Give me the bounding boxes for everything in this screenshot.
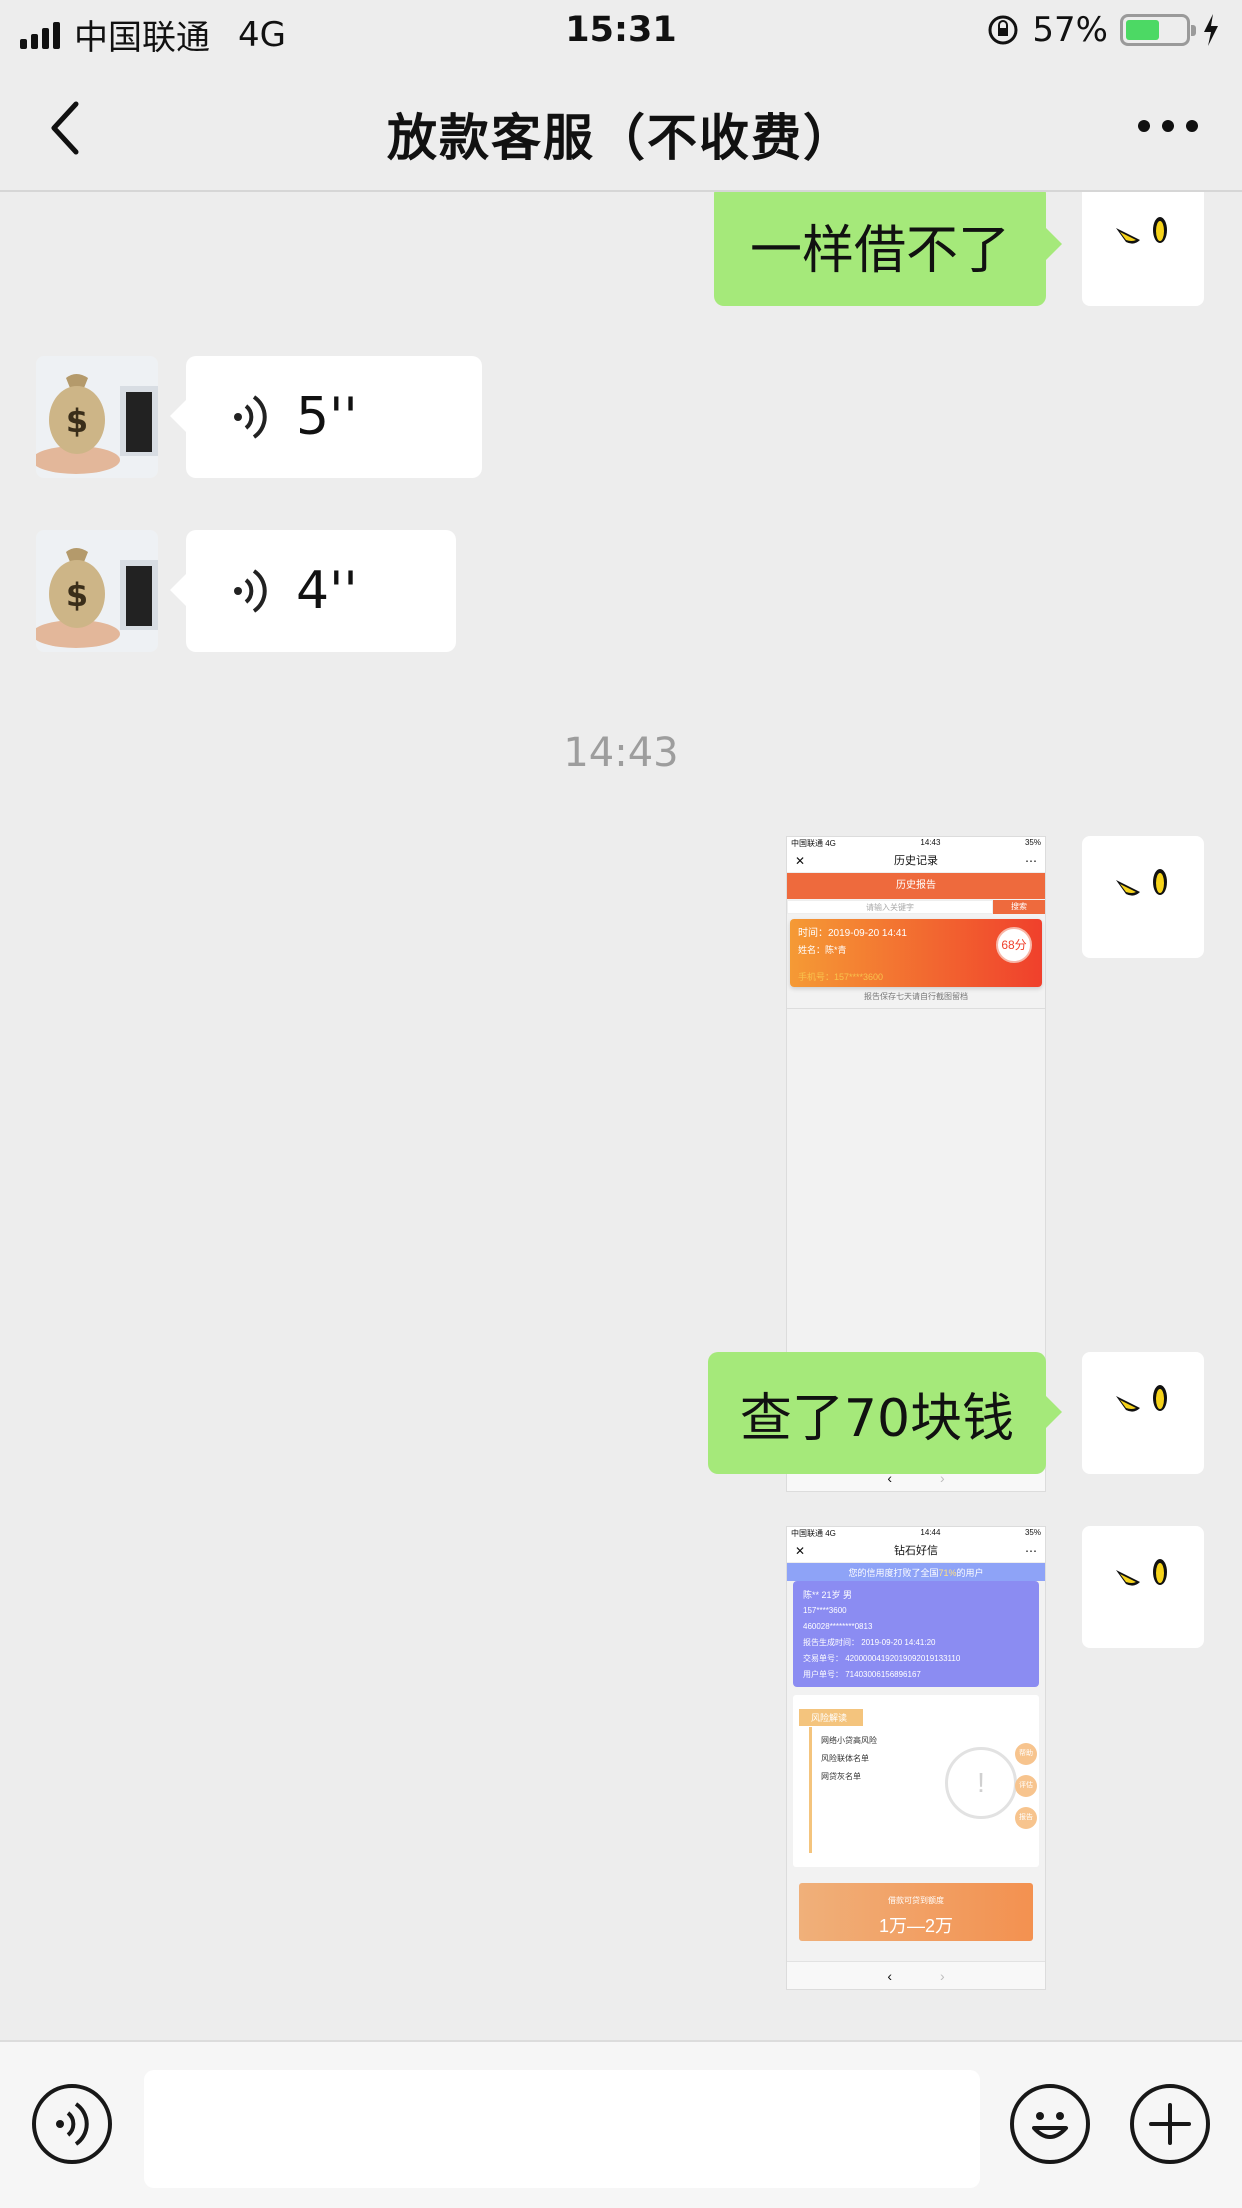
peer-avatar[interactable]: $ bbox=[36, 530, 158, 652]
mini-band-text-end: 的用户 bbox=[956, 1568, 984, 1578]
mini-nav: ✕ 历史记录 ⋯ bbox=[787, 849, 1045, 873]
message-text: 一样借不了 bbox=[749, 220, 1010, 281]
mini-trade-no: 交易单号： 42000004192019092019133110 bbox=[803, 1654, 961, 1663]
mini-amount-card: 借款可贷到额度 1万—2万 bbox=[799, 1883, 1033, 1941]
eyes-avatar-icon bbox=[1116, 217, 1167, 244]
mini-browser-bar: ‹ › bbox=[787, 1961, 1045, 1989]
self-avatar[interactable] bbox=[1082, 1526, 1204, 1648]
mini-record-score: 68分 bbox=[996, 927, 1032, 963]
message-bubble-self[interactable]: 一样借不了 bbox=[714, 192, 1062, 306]
plus-icon bbox=[1149, 2103, 1191, 2145]
mini-amount-label: 借款可贷到额度 bbox=[888, 1896, 944, 1905]
voice-wave-icon bbox=[234, 569, 267, 613]
mini-forward-icon: › bbox=[940, 1967, 945, 1984]
self-avatar[interactable] bbox=[1082, 192, 1204, 306]
voice-message[interactable]: 5'' bbox=[170, 356, 482, 478]
mini-shield-icon: ! bbox=[945, 1747, 1017, 1819]
chat-title: 放款客服（不收费） bbox=[387, 109, 855, 167]
message-input[interactable] bbox=[144, 2070, 980, 2188]
battery-level bbox=[1126, 20, 1160, 40]
voice-wave-icon bbox=[234, 395, 267, 439]
voice-wave-icon bbox=[56, 2102, 89, 2146]
mini-user-name: 陈** 21岁 男 bbox=[803, 1590, 853, 1600]
mini-title: 历史记录 bbox=[894, 855, 938, 867]
mini-risk-badge: 评估 bbox=[1015, 1775, 1037, 1797]
message-bubble-self[interactable]: 查了70块钱 bbox=[708, 1352, 1062, 1474]
more-dots-icon[interactable] bbox=[1138, 120, 1198, 132]
status-right: 57% bbox=[986, 10, 1220, 50]
eyes-avatar-icon bbox=[1116, 1559, 1167, 1586]
mini-user-no: 用户单号： 71403006156896167 bbox=[803, 1670, 921, 1679]
input-bar bbox=[0, 2040, 1242, 2208]
charging-icon bbox=[1204, 14, 1218, 46]
mini-status-bar: 中国联通 4G 14:43 35% bbox=[787, 837, 1045, 849]
mini-search-input: 请输入关键字 bbox=[787, 900, 993, 914]
mini-battery: 35% bbox=[1024, 838, 1041, 847]
mini-risk-tag: 风险解读 bbox=[799, 1709, 864, 1726]
mini-band-pct: 71% bbox=[938, 1568, 957, 1578]
mini-time: 14:44 bbox=[920, 1528, 941, 1537]
eyes-avatar-icon bbox=[1116, 869, 1167, 896]
mini-note: 报告保存七天请自行截图留档 bbox=[787, 991, 1045, 1009]
mini-amount-value: 1万—2万 bbox=[878, 1916, 954, 1936]
image-message[interactable]: 中国联通 4G 14:44 35% ✕ 钻石好信 ⋯ 您的信用度打败了全国71%… bbox=[786, 1526, 1046, 1990]
nav-bar: 放款客服（不收费） bbox=[0, 62, 1242, 192]
mini-risk-badge: 帮助 bbox=[1015, 1743, 1037, 1765]
mini-risk-panel: 风险解读 网络小贷高风险 风险联体名单 网贷灰名单 ! 帮助 评估 报告 bbox=[793, 1695, 1039, 1867]
mini-search: 请输入关键字 搜索 bbox=[787, 900, 1045, 914]
chat-timestamp: 14:43 bbox=[563, 730, 679, 776]
mini-report-time: 报告生成时间： 2019-09-20 14:41:20 bbox=[803, 1638, 936, 1647]
svg-text:$: $ bbox=[66, 576, 88, 614]
mini-user-phone: 157****3600 bbox=[803, 1606, 847, 1615]
mini-risk-badge: 报告 bbox=[1015, 1807, 1037, 1829]
mini-user-id: 460028********0813 bbox=[803, 1622, 873, 1631]
mini-risk-item: 网络小贷高风险 bbox=[821, 1736, 877, 1745]
mini-risk-item: 风险联体名单 bbox=[821, 1754, 869, 1763]
voice-duration: 5'' bbox=[296, 387, 358, 447]
money-bag-avatar-icon: $ bbox=[36, 356, 158, 478]
mini-more-icon: ⋯ bbox=[1025, 854, 1037, 868]
mini-search-button: 搜索 bbox=[993, 900, 1045, 914]
voice-message[interactable]: 4'' bbox=[170, 530, 456, 652]
mini-title: 钻石好信 bbox=[894, 1545, 938, 1557]
mini-carrier: 中国联通 4G bbox=[791, 1529, 836, 1538]
mini-nav: ✕ 钻石好信 ⋯ bbox=[787, 1539, 1045, 1563]
peer-avatar[interactable]: $ bbox=[36, 356, 158, 478]
emoji-icon bbox=[1032, 2112, 1068, 2139]
mini-record-phone: 手机号：157****3600 bbox=[798, 972, 884, 982]
mini-risk-line bbox=[809, 1727, 812, 1853]
message-text: 查了70块钱 bbox=[739, 1388, 1015, 1449]
mini-status-bar: 中国联通 4G 14:44 35% bbox=[787, 1527, 1045, 1539]
self-avatar[interactable] bbox=[1082, 1352, 1204, 1474]
mini-time: 14:43 bbox=[920, 838, 941, 847]
mini-credit-band: 您的信用度打败了全国71%的用户 bbox=[787, 1563, 1045, 1581]
mini-record-card: 时间：2019-09-20 14:41 姓名：陈*青 68分 手机号：157**… bbox=[790, 919, 1042, 987]
mini-back-icon: ‹ bbox=[887, 1967, 892, 1984]
rotation-lock-icon bbox=[988, 15, 1018, 45]
chat-history[interactable]: 一样借不了 $ 5'' $ 4'' 14:43 中国联通 4G 14:43 35… bbox=[0, 192, 1242, 2040]
battery-percent: 57% bbox=[1032, 10, 1108, 50]
mini-close-icon: ✕ bbox=[795, 1544, 806, 1558]
mini-user-card: 陈** 21岁 男 157****3600 460028********0813… bbox=[793, 1581, 1039, 1687]
self-avatar[interactable] bbox=[1082, 836, 1204, 958]
voice-duration: 4'' bbox=[296, 561, 358, 621]
mini-carrier: 中国联通 4G bbox=[791, 839, 836, 848]
mini-battery: 35% bbox=[1024, 1528, 1041, 1537]
voice-toggle-button[interactable] bbox=[32, 2084, 112, 2164]
plus-button[interactable] bbox=[1130, 2084, 1210, 2164]
mini-close-icon: ✕ bbox=[795, 854, 806, 868]
svg-text:$: $ bbox=[66, 402, 88, 440]
money-bag-avatar-icon: $ bbox=[36, 530, 158, 652]
mini-risk-item: 网贷灰名单 bbox=[821, 1772, 861, 1781]
emoji-button[interactable] bbox=[1010, 2084, 1090, 2164]
status-bar: 中国联通 4G 15:31 57% bbox=[0, 0, 1242, 62]
mini-header: 历史报告 bbox=[787, 873, 1045, 899]
mini-band-text: 您的信用度打败了全国 bbox=[848, 1568, 939, 1578]
battery-icon bbox=[1120, 14, 1196, 46]
mini-more-icon: ⋯ bbox=[1025, 1544, 1037, 1558]
eyes-avatar-icon bbox=[1116, 1385, 1167, 1412]
